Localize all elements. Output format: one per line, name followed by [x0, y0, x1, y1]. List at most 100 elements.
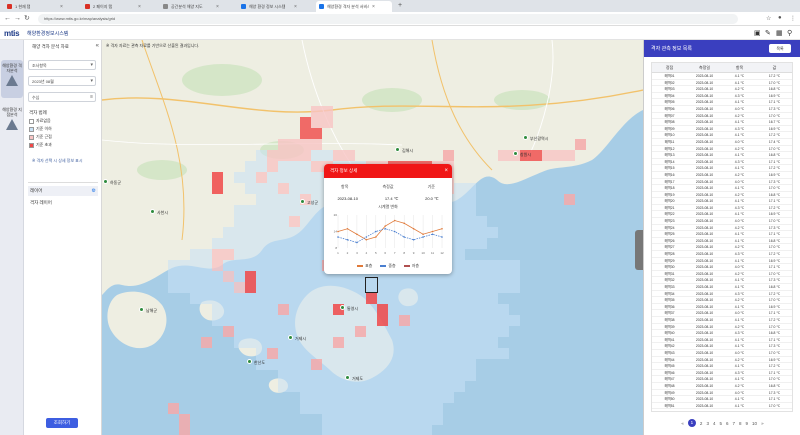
grid-cell[interactable]	[311, 315, 322, 326]
grid-cell[interactable]	[377, 392, 388, 403]
profile-icon[interactable]: ●	[778, 15, 782, 21]
grid-cell[interactable]	[289, 161, 300, 172]
grid-cell[interactable]	[410, 282, 421, 293]
close-tab-icon[interactable]: ×	[138, 4, 141, 10]
grid-cell[interactable]	[289, 150, 300, 161]
grid-cell[interactable]	[278, 238, 289, 249]
place-marker-icon[interactable]	[345, 375, 350, 380]
grid-cell[interactable]	[278, 359, 289, 370]
grid-cell[interactable]	[289, 304, 300, 315]
grid-cell[interactable]	[245, 249, 256, 260]
grid-cell[interactable]	[443, 359, 454, 370]
star-icon[interactable]: ☆	[766, 15, 771, 22]
grid-cell[interactable]	[245, 326, 256, 337]
grid-cell[interactable]	[377, 304, 388, 315]
grid-cell[interactable]	[465, 194, 476, 205]
grid-cell[interactable]	[322, 326, 333, 337]
grid-cell[interactable]	[487, 304, 498, 315]
grid-cell[interactable]	[300, 403, 311, 414]
grid-cell[interactable]	[454, 271, 465, 282]
table-row[interactable]: 해역04 2023-08-10 4.3 ℃ 16.9 ℃	[652, 93, 792, 100]
table-row[interactable]: 해역08 2023-08-10 4.1 ℃ 16.7 ℃	[652, 119, 792, 126]
grid-cell[interactable]	[267, 271, 278, 282]
grid-cell[interactable]	[311, 249, 322, 260]
place-marker-icon[interactable]	[340, 305, 345, 310]
grid-cell[interactable]	[278, 216, 289, 227]
grid-cell[interactable]	[168, 403, 179, 414]
grid-cell[interactable]	[366, 392, 377, 403]
grid-cell[interactable]	[575, 139, 586, 150]
grid-cell[interactable]	[465, 227, 476, 238]
table-row[interactable]: 해역37 2023-08-10 4.0 ℃ 17.1 ℃	[652, 310, 792, 317]
grid-cell[interactable]	[278, 194, 289, 205]
grid-cell[interactable]	[465, 271, 476, 282]
grid-cell[interactable]	[366, 414, 377, 425]
grid-cell[interactable]	[553, 150, 564, 161]
page-number[interactable]: 2	[700, 421, 703, 426]
grid-cell[interactable]	[542, 150, 553, 161]
table-row[interactable]: 해역23 2023-08-10 4.0 ℃ 17.0 ℃	[652, 218, 792, 225]
grid-cell[interactable]	[311, 227, 322, 238]
grid-cell[interactable]	[234, 238, 245, 249]
grid-cell[interactable]	[300, 227, 311, 238]
grid-cell[interactable]	[421, 293, 432, 304]
grid-cell[interactable]	[289, 249, 300, 260]
grid-cell[interactable]	[476, 348, 487, 359]
grid-cell[interactable]	[223, 304, 234, 315]
grid-cell[interactable]	[410, 370, 421, 381]
grid-cell[interactable]	[256, 282, 267, 293]
grid-cell[interactable]	[256, 172, 267, 183]
grid-cell[interactable]	[212, 183, 223, 194]
grid-cell[interactable]	[245, 282, 256, 293]
reload-icon[interactable]: ↻	[24, 15, 30, 22]
grid-cell[interactable]	[509, 315, 520, 326]
page-nav-icon[interactable]: »	[761, 421, 764, 426]
grid-cell[interactable]	[388, 304, 399, 315]
grid-cell[interactable]	[322, 315, 333, 326]
grid-cell[interactable]	[322, 370, 333, 381]
grid-cell[interactable]	[443, 293, 454, 304]
grid-cell[interactable]	[432, 293, 443, 304]
grid-cell[interactable]	[245, 315, 256, 326]
grid-cell[interactable]	[465, 370, 476, 381]
grid-cell[interactable]	[432, 315, 443, 326]
grid-cell[interactable]	[322, 293, 333, 304]
collapse-icon[interactable]: «	[96, 43, 99, 49]
grid-cell[interactable]	[454, 282, 465, 293]
page-number[interactable]: 5	[719, 421, 722, 426]
grid-cell[interactable]	[311, 282, 322, 293]
grid-cell[interactable]	[322, 348, 333, 359]
grid-cell[interactable]	[421, 326, 432, 337]
grid-cell[interactable]	[432, 381, 443, 392]
grid-cell[interactable]	[300, 161, 311, 172]
grid-cell[interactable]	[454, 293, 465, 304]
grid-cell[interactable]	[388, 425, 399, 435]
grid-cell[interactable]	[223, 227, 234, 238]
grid-cell[interactable]	[465, 282, 476, 293]
grid-cell[interactable]	[289, 205, 300, 216]
grid-cell[interactable]	[256, 216, 267, 227]
grid-cell[interactable]	[333, 370, 344, 381]
grid-cell[interactable]	[443, 337, 454, 348]
grid-cell[interactable]	[399, 293, 410, 304]
grid-cell[interactable]	[300, 293, 311, 304]
page-number[interactable]: 8	[739, 421, 742, 426]
grid-cell[interactable]	[487, 326, 498, 337]
table-row[interactable]: 해역03 2023-08-10 4.2 ℃ 16.8 ℃	[652, 86, 792, 93]
grid-cell[interactable]	[322, 106, 333, 117]
grid-cell[interactable]	[432, 403, 443, 414]
grid-cell[interactable]	[311, 139, 322, 150]
grid-cell[interactable]	[476, 238, 487, 249]
grid-cell[interactable]	[388, 403, 399, 414]
table-row[interactable]: 해역19 2023-08-10 4.2 ℃ 16.8 ℃	[652, 192, 792, 199]
grid-cell[interactable]	[443, 282, 454, 293]
grid-cell[interactable]	[311, 337, 322, 348]
table-row[interactable]: 해역44 2023-08-10 4.2 ℃ 16.9 ℃	[652, 357, 792, 364]
browser-tab[interactable]: 해양 환경 정보 시스템 ×	[238, 1, 314, 12]
table-row[interactable]: 해역13 2023-08-10 4.1 ℃ 16.8 ℃	[652, 152, 792, 159]
grid-cell[interactable]	[267, 227, 278, 238]
column-header[interactable]: 값	[757, 63, 792, 72]
grid-cell[interactable]	[399, 359, 410, 370]
grid-cell[interactable]	[366, 326, 377, 337]
grid-cell[interactable]	[377, 326, 388, 337]
